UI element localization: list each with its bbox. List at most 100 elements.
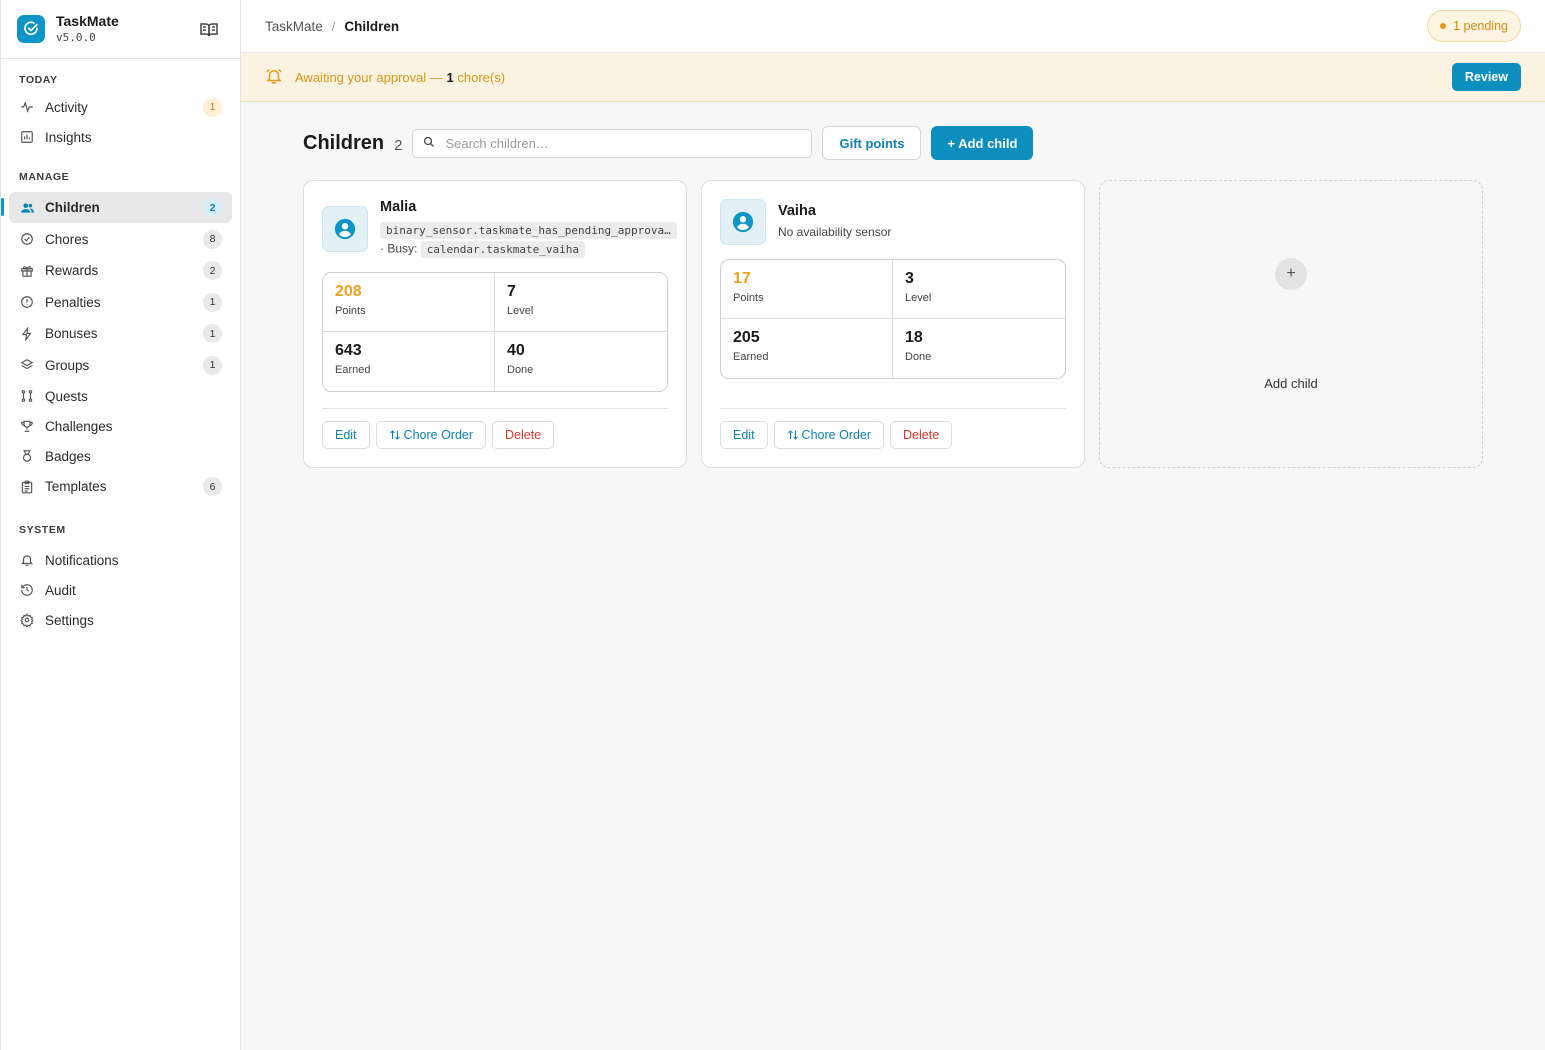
sidebar-item-chores[interactable]: Chores 8	[9, 223, 232, 255]
child-name: Malia	[380, 199, 417, 215]
chore-order-button[interactable]: Chore Order	[375, 421, 487, 449]
section-label: MANAGE	[19, 171, 70, 183]
sidebar-item-groups[interactable]: Groups 1	[9, 349, 232, 381]
child-name: Vaiha	[778, 203, 816, 219]
app-version: v5.0.0	[56, 30, 96, 44]
card-actions: Edit Chore Order Delete	[322, 408, 668, 449]
history-icon	[19, 582, 35, 598]
stat-value: 208	[335, 283, 362, 300]
users-icon	[19, 200, 35, 216]
sidebar-item-label: Quests	[45, 388, 88, 404]
count-badge: 1	[203, 292, 222, 312]
app-name: TaskMate	[56, 13, 119, 30]
delete-button[interactable]: Delete	[492, 421, 555, 449]
page-header: Children 2 Gift points + Add child	[303, 126, 1483, 160]
review-button[interactable]: Review	[1451, 63, 1521, 91]
stat-done: 40 Done	[495, 332, 667, 391]
stat-points: 17 Points	[721, 260, 893, 319]
sidebar-item-label: Challenges	[45, 418, 113, 434]
count-badge: 1	[203, 355, 222, 375]
nav-section-today: TODAY Activity 1 Insights	[1, 74, 240, 152]
nav-section-manage: MANAGE Children 2 Chores 8 Rewards 2 Pen…	[1, 171, 240, 502]
sidebar-item-settings[interactable]: Settings	[9, 605, 232, 635]
gift-points-button[interactable]: Gift points	[822, 126, 922, 160]
approval-banner: Awaiting your approval — 1 chore(s) Revi…	[241, 53, 1545, 102]
count-badge: 8	[203, 229, 222, 249]
breadcrumb: TaskMate / Children	[265, 19, 399, 34]
child-stats: 208 Points 7 Level 643 Earned 40 Done	[322, 272, 668, 392]
pending-label: 1 pending	[1453, 19, 1508, 33]
sidebar-item-insights[interactable]: Insights	[9, 122, 232, 152]
add-child-card-label: Add child	[1264, 376, 1318, 391]
sidebar-item-children[interactable]: Children 2	[1, 192, 232, 223]
topbar: TaskMate / Children 1 pending	[241, 0, 1545, 53]
add-child-button[interactable]: + Add child	[931, 126, 1034, 160]
pending-badge[interactable]: 1 pending	[1427, 10, 1521, 42]
search-icon	[423, 135, 435, 151]
stat-level: 7 Level	[495, 273, 667, 332]
search-input[interactable]	[445, 135, 786, 151]
app-logo-icon	[17, 15, 45, 43]
count-badge: 1	[203, 324, 222, 343]
sidebar-item-bonuses[interactable]: Bonuses 1	[9, 318, 232, 349]
stat-earned: 205 Earned	[721, 319, 893, 378]
stat-label: Level	[507, 305, 534, 317]
sidebar-item-audit[interactable]: Audit	[9, 575, 232, 605]
docs-book-icon[interactable]	[200, 22, 218, 38]
count-badge: 1	[203, 97, 222, 117]
sidebar-item-penalties[interactable]: Penalties 1	[9, 286, 232, 318]
child-card: Vaiha No availability sensor 17 Points 3…	[701, 180, 1085, 468]
sidebar-item-challenges[interactable]: Challenges	[9, 411, 232, 441]
stat-label: Points	[335, 305, 366, 317]
trophy-icon	[19, 418, 35, 434]
stat-value: 3	[905, 270, 914, 287]
count-badge: 6	[203, 477, 222, 496]
sidebar-item-badges[interactable]: Badges	[9, 441, 232, 471]
edit-button[interactable]: Edit	[720, 421, 768, 449]
breadcrumb-root[interactable]: TaskMate	[265, 19, 323, 34]
sidebar-item-label: Settings	[45, 612, 94, 628]
route-icon	[19, 388, 35, 404]
busy-label: · Busy:	[380, 241, 418, 256]
pending-sensor-chip: binary_sensor.taskmate_has_pending_appro…	[380, 222, 677, 239]
edit-button[interactable]: Edit	[322, 421, 370, 449]
main-area: TaskMate / Children 1 pending Awaiting y…	[241, 0, 1545, 1050]
banner-count: 1	[446, 69, 454, 85]
banner-message: Awaiting your approval — 1 chore(s)	[295, 70, 505, 85]
banner-suffix: chore(s)	[453, 69, 506, 85]
delete-button[interactable]: Delete	[890, 421, 953, 449]
sidebar-item-templates[interactable]: Templates 6	[9, 471, 232, 502]
page-title: Children	[303, 131, 385, 154]
sidebar-item-label: Bonuses	[45, 326, 98, 341]
stat-value: 643	[335, 342, 362, 359]
plus-icon: +	[1275, 258, 1307, 290]
sidebar-item-label: Templates	[45, 479, 107, 494]
stat-level: 3 Level	[893, 260, 1065, 319]
section-label: SYSTEM	[19, 524, 66, 536]
medal-icon	[19, 448, 35, 464]
sidebar-item-notifications[interactable]: Notifications	[9, 545, 232, 575]
stat-label: Points	[733, 292, 764, 304]
stat-label: Level	[905, 292, 932, 304]
sidebar-item-rewards[interactable]: Rewards 2	[9, 255, 232, 286]
sidebar: TaskMate v5.0.0 TODAY Activity 1 Insight…	[0, 0, 241, 1050]
gift-icon	[19, 263, 35, 279]
banner-prefix: Awaiting your approval —	[295, 69, 447, 85]
stat-value: 40	[507, 342, 525, 359]
sidebar-item-quests[interactable]: Quests	[9, 381, 232, 411]
bell-icon	[19, 552, 35, 568]
chore-order-button[interactable]: Chore Order	[773, 421, 885, 449]
sidebar-item-activity[interactable]: Activity 1	[9, 92, 232, 122]
busy-calendar-chip: calendar.taskmate_vaiha	[420, 241, 586, 258]
stat-earned: 643 Earned	[323, 332, 495, 391]
child-card: Malia binary_sensor.taskmate_has_pending…	[303, 180, 687, 468]
bell-ring-icon	[265, 67, 283, 88]
add-child-card[interactable]: + Add child	[1099, 180, 1483, 468]
gear-icon	[19, 612, 35, 628]
stat-label: Done	[905, 351, 932, 363]
sidebar-item-label: Notifications	[45, 552, 119, 568]
alert-circle-icon	[19, 294, 35, 310]
chart-icon	[19, 129, 35, 145]
child-stats: 17 Points 3 Level 205 Earned 18 Done	[720, 259, 1066, 379]
sidebar-item-label: Activity	[45, 99, 88, 115]
